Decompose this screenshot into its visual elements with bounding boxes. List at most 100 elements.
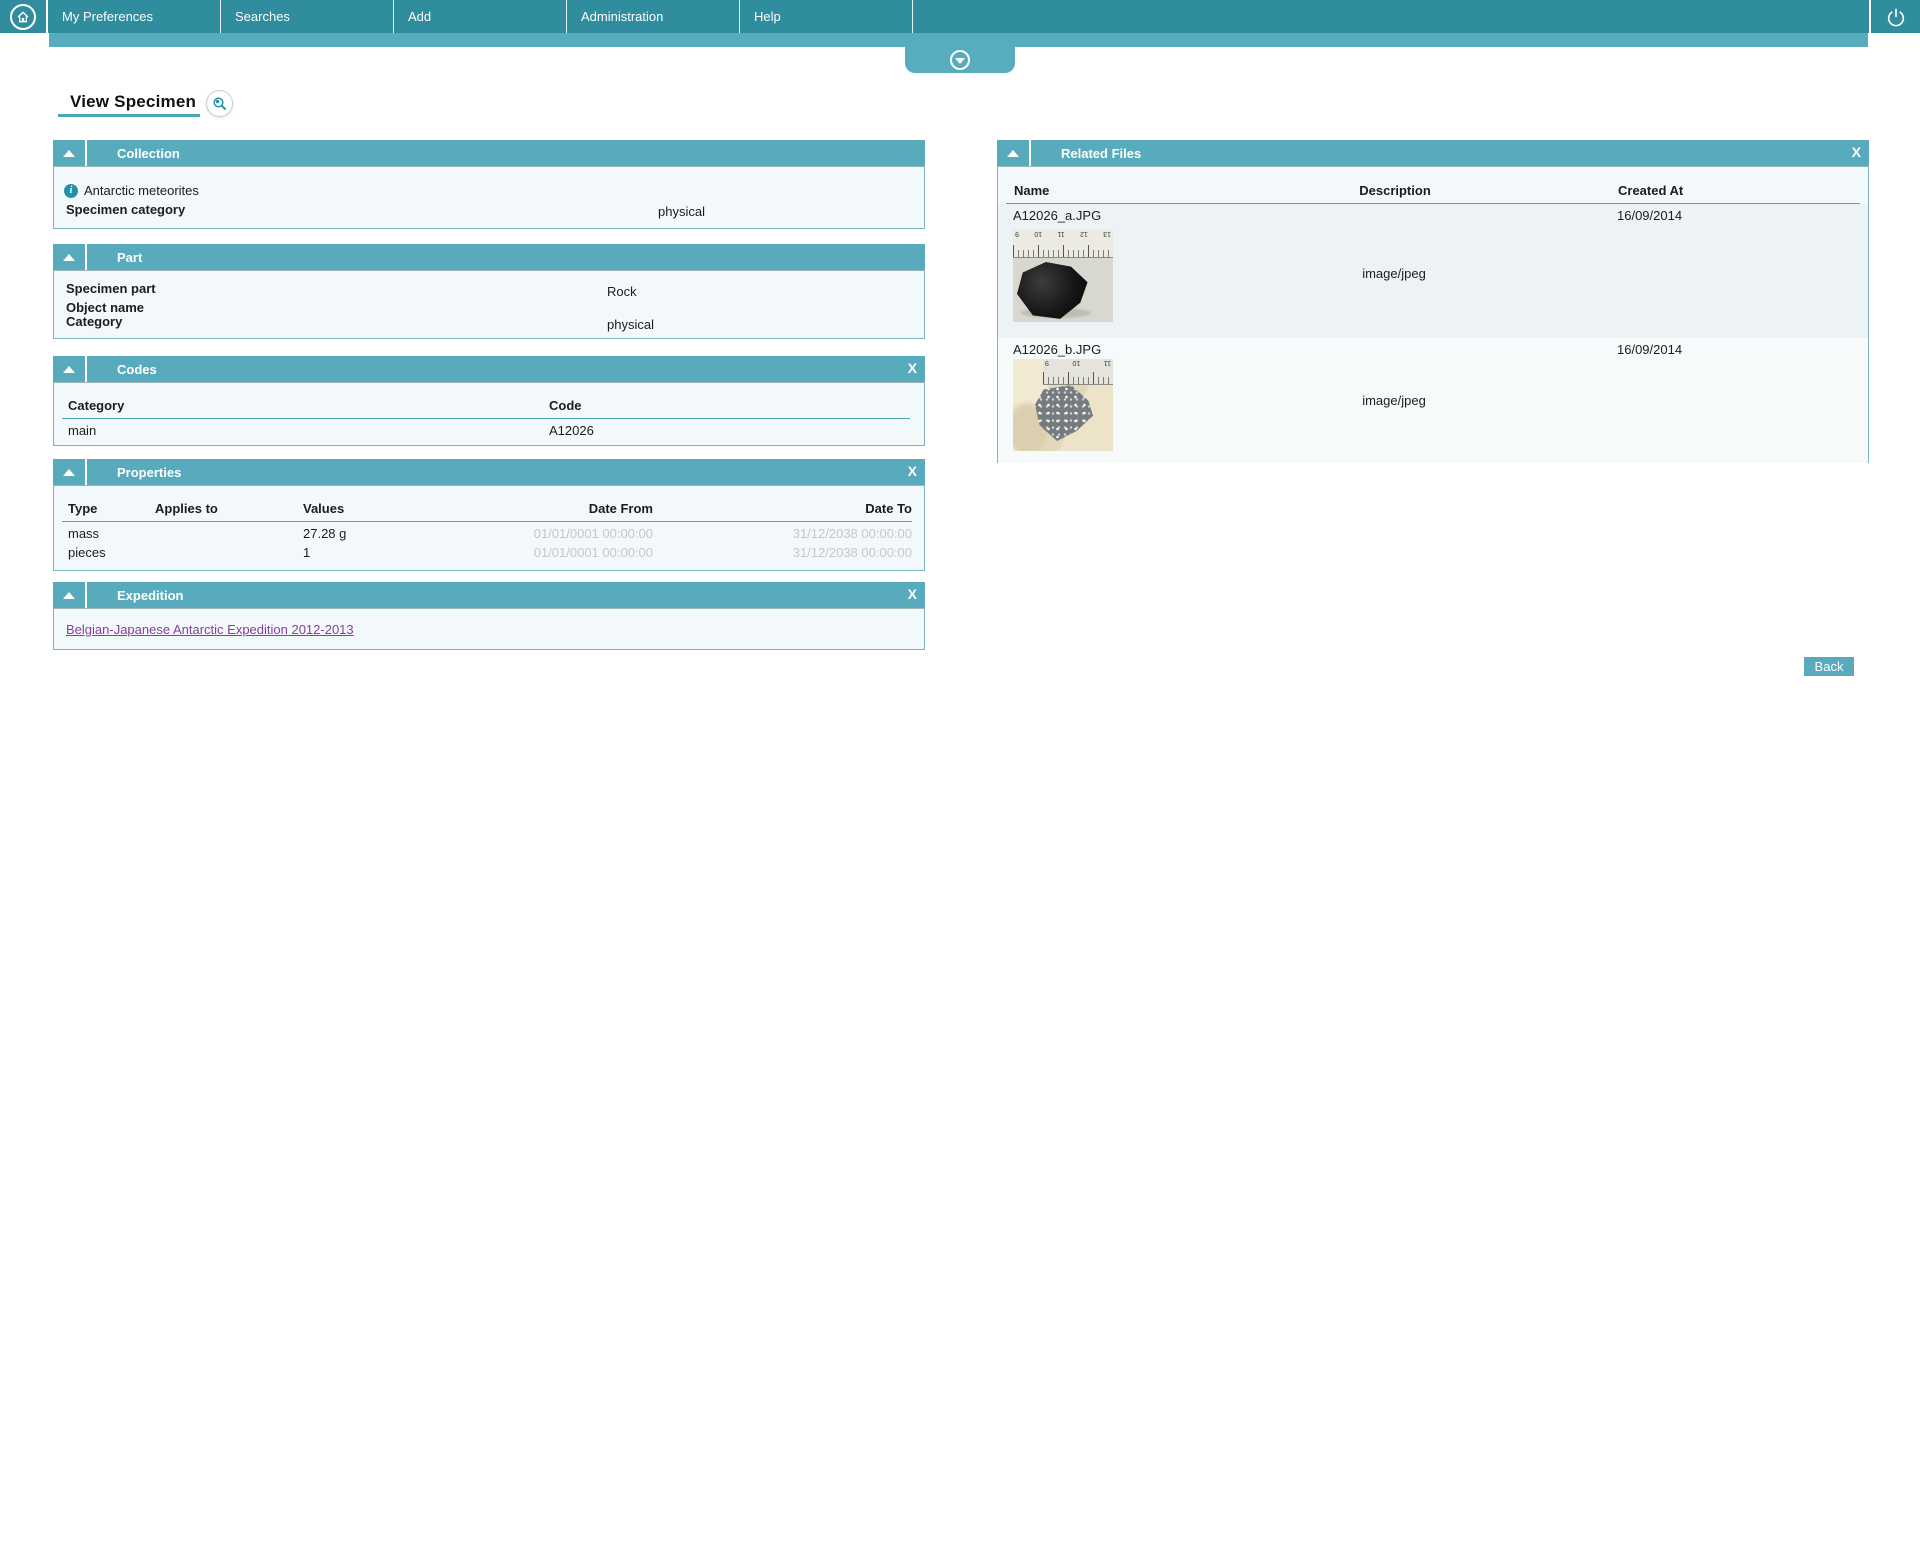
- field-label: Category: [66, 314, 123, 329]
- column-header: Category: [68, 398, 125, 413]
- properties-panel-body: Type Applies to Values Date From Date To…: [53, 485, 925, 571]
- part-panel-body: Specimen part Rock Object name Category …: [53, 270, 925, 339]
- page-title: View Specimen: [70, 92, 197, 111]
- nav-item-help[interactable]: Help: [740, 0, 913, 33]
- properties-panel-title: Properties: [117, 464, 182, 480]
- header-rule: [62, 418, 910, 419]
- file-thumbnail-a12026-a[interactable]: 13 12 11 10 9: [1013, 230, 1113, 322]
- specimen-search-button[interactable]: [206, 90, 233, 117]
- related-files-panel-body: Name Description Created At A12026_a.JPG…: [997, 166, 1869, 463]
- expedition-link[interactable]: Belgian-Japanese Antarctic Expedition 20…: [66, 622, 354, 637]
- back-button[interactable]: Back: [1804, 657, 1854, 676]
- expedition-panel-title: Expedition: [117, 587, 184, 603]
- column-header: Name: [1014, 183, 1050, 198]
- codes-collapse-button[interactable]: [53, 356, 87, 382]
- expedition-panel-header: Expedition X: [53, 582, 925, 608]
- nav-item-add[interactable]: Add: [394, 0, 567, 33]
- related-file-row: A12026_b.JPG 16/09/2014 11 10 9 image/jpeg: [998, 338, 1868, 463]
- column-header: Date To: [865, 501, 912, 516]
- related-files-panel-title: Related Files: [1061, 145, 1142, 161]
- file-name: A12026_b.JPG: [1013, 342, 1102, 357]
- related-files-close-button[interactable]: X: [1852, 144, 1861, 161]
- code-category-cell: main: [68, 423, 97, 438]
- chevron-down-icon: [950, 50, 970, 70]
- file-description: image/jpeg: [1362, 266, 1426, 281]
- file-name: A12026_a.JPG: [1013, 208, 1102, 223]
- top-navigation-bar: My Preferences Searches Add Administrati…: [0, 0, 1920, 33]
- related-file-row: A12026_a.JPG 16/09/2014 13 12 11 10 9 image/…: [998, 204, 1868, 338]
- property-date-to-cell: 31/12/2038 00:00:00: [792, 526, 912, 541]
- file-created-at: 16/09/2014: [1617, 208, 1683, 223]
- part-panel-title: Part: [117, 249, 143, 265]
- secondary-bar: [49, 33, 1868, 47]
- codes-panel-header: Codes X: [53, 356, 925, 382]
- code-value-cell: A12026: [549, 423, 594, 438]
- nav-item-administration[interactable]: Administration: [567, 0, 740, 33]
- related-files-panel: Related Files X Name Description Created…: [997, 140, 1869, 463]
- property-type-cell: mass: [68, 526, 100, 541]
- column-header: Date From: [588, 501, 653, 516]
- expedition-panel-body: Belgian-Japanese Antarctic Expedition 20…: [53, 608, 925, 650]
- file-created-at: 16/09/2014: [1617, 342, 1683, 357]
- codes-panel-body: Category Code main A12026: [53, 382, 925, 446]
- properties-close-button[interactable]: X: [908, 463, 917, 480]
- ruler-in-photo: 11 10 9: [1043, 359, 1113, 385]
- collapse-arrow-icon: [63, 591, 75, 599]
- toolbar-expand-tab[interactable]: [905, 47, 1015, 73]
- related-files-panel-header: Related Files X: [997, 140, 1869, 166]
- collapse-arrow-icon: [63, 468, 75, 476]
- info-icon: i: [64, 184, 78, 198]
- properties-collapse-button[interactable]: [53, 459, 87, 485]
- ruler-in-photo: 13 12 11 10 9: [1013, 230, 1113, 258]
- property-value-cell: 27.28 g: [303, 526, 347, 541]
- field-label: Specimen part: [66, 281, 156, 296]
- field-label: Specimen category: [66, 202, 186, 217]
- codes-panel-title: Codes: [117, 361, 157, 377]
- property-value-cell: 1: [303, 545, 311, 560]
- property-date-to-cell: 31/12/2038 00:00:00: [792, 545, 912, 560]
- column-header: Created At: [1618, 183, 1684, 198]
- collapse-arrow-icon: [63, 365, 75, 373]
- expedition-panel: Expedition X Belgian-Japanese Antarctic …: [53, 582, 925, 650]
- related-files-collapse-button[interactable]: [997, 140, 1031, 166]
- nav-item-searches[interactable]: Searches: [221, 0, 394, 33]
- field-value: Rock: [607, 284, 637, 299]
- nav-item-my-preferences[interactable]: My Preferences: [48, 0, 221, 33]
- collection-panel-title: Collection: [117, 145, 180, 161]
- collection-panel: Collection i Antarctic meteorites Specim…: [53, 140, 925, 229]
- column-header: Type: [68, 501, 98, 516]
- column-header: Code: [549, 398, 582, 413]
- part-panel-header: Part: [53, 244, 925, 270]
- expedition-close-button[interactable]: X: [908, 586, 917, 603]
- codes-panel: Codes X Category Code main A12026: [53, 356, 925, 446]
- codes-close-button[interactable]: X: [908, 360, 917, 377]
- properties-panel: Properties X Type Applies to Values Date…: [53, 459, 925, 571]
- collapse-arrow-icon: [63, 149, 75, 157]
- page-title-underline: [58, 114, 200, 117]
- file-description: image/jpeg: [1362, 393, 1426, 408]
- properties-panel-header: Properties X: [53, 459, 925, 485]
- collapse-arrow-icon: [63, 253, 75, 261]
- property-date-from-cell: 01/01/0001 00:00:00: [533, 526, 653, 541]
- view-specimen-screen: My Preferences Searches Add Administrati…: [0, 0, 1920, 1544]
- header-rule: [62, 521, 912, 522]
- column-header: Description: [1359, 183, 1431, 198]
- part-collapse-button[interactable]: [53, 244, 87, 270]
- column-header: Values: [303, 501, 345, 516]
- collection-collapse-button[interactable]: [53, 140, 87, 166]
- expedition-collapse-button[interactable]: [53, 582, 87, 608]
- home-icon: [10, 3, 36, 30]
- collection-name: Antarctic meteorites: [84, 183, 199, 198]
- home-button[interactable]: [0, 0, 48, 33]
- file-thumbnail-a12026-b[interactable]: 11 10 9: [1013, 359, 1113, 451]
- property-date-from-cell: 01/01/0001 00:00:00: [533, 545, 653, 560]
- collection-panel-body: i Antarctic meteorites Specimen category…: [53, 166, 925, 229]
- field-value: physical: [658, 204, 705, 219]
- column-header: Applies to: [155, 501, 218, 516]
- field-value: physical: [607, 317, 654, 332]
- logout-button[interactable]: [1871, 0, 1920, 33]
- zoom-search-icon: [212, 96, 228, 112]
- field-label: Object name: [66, 300, 145, 315]
- collapse-arrow-icon: [1007, 149, 1019, 157]
